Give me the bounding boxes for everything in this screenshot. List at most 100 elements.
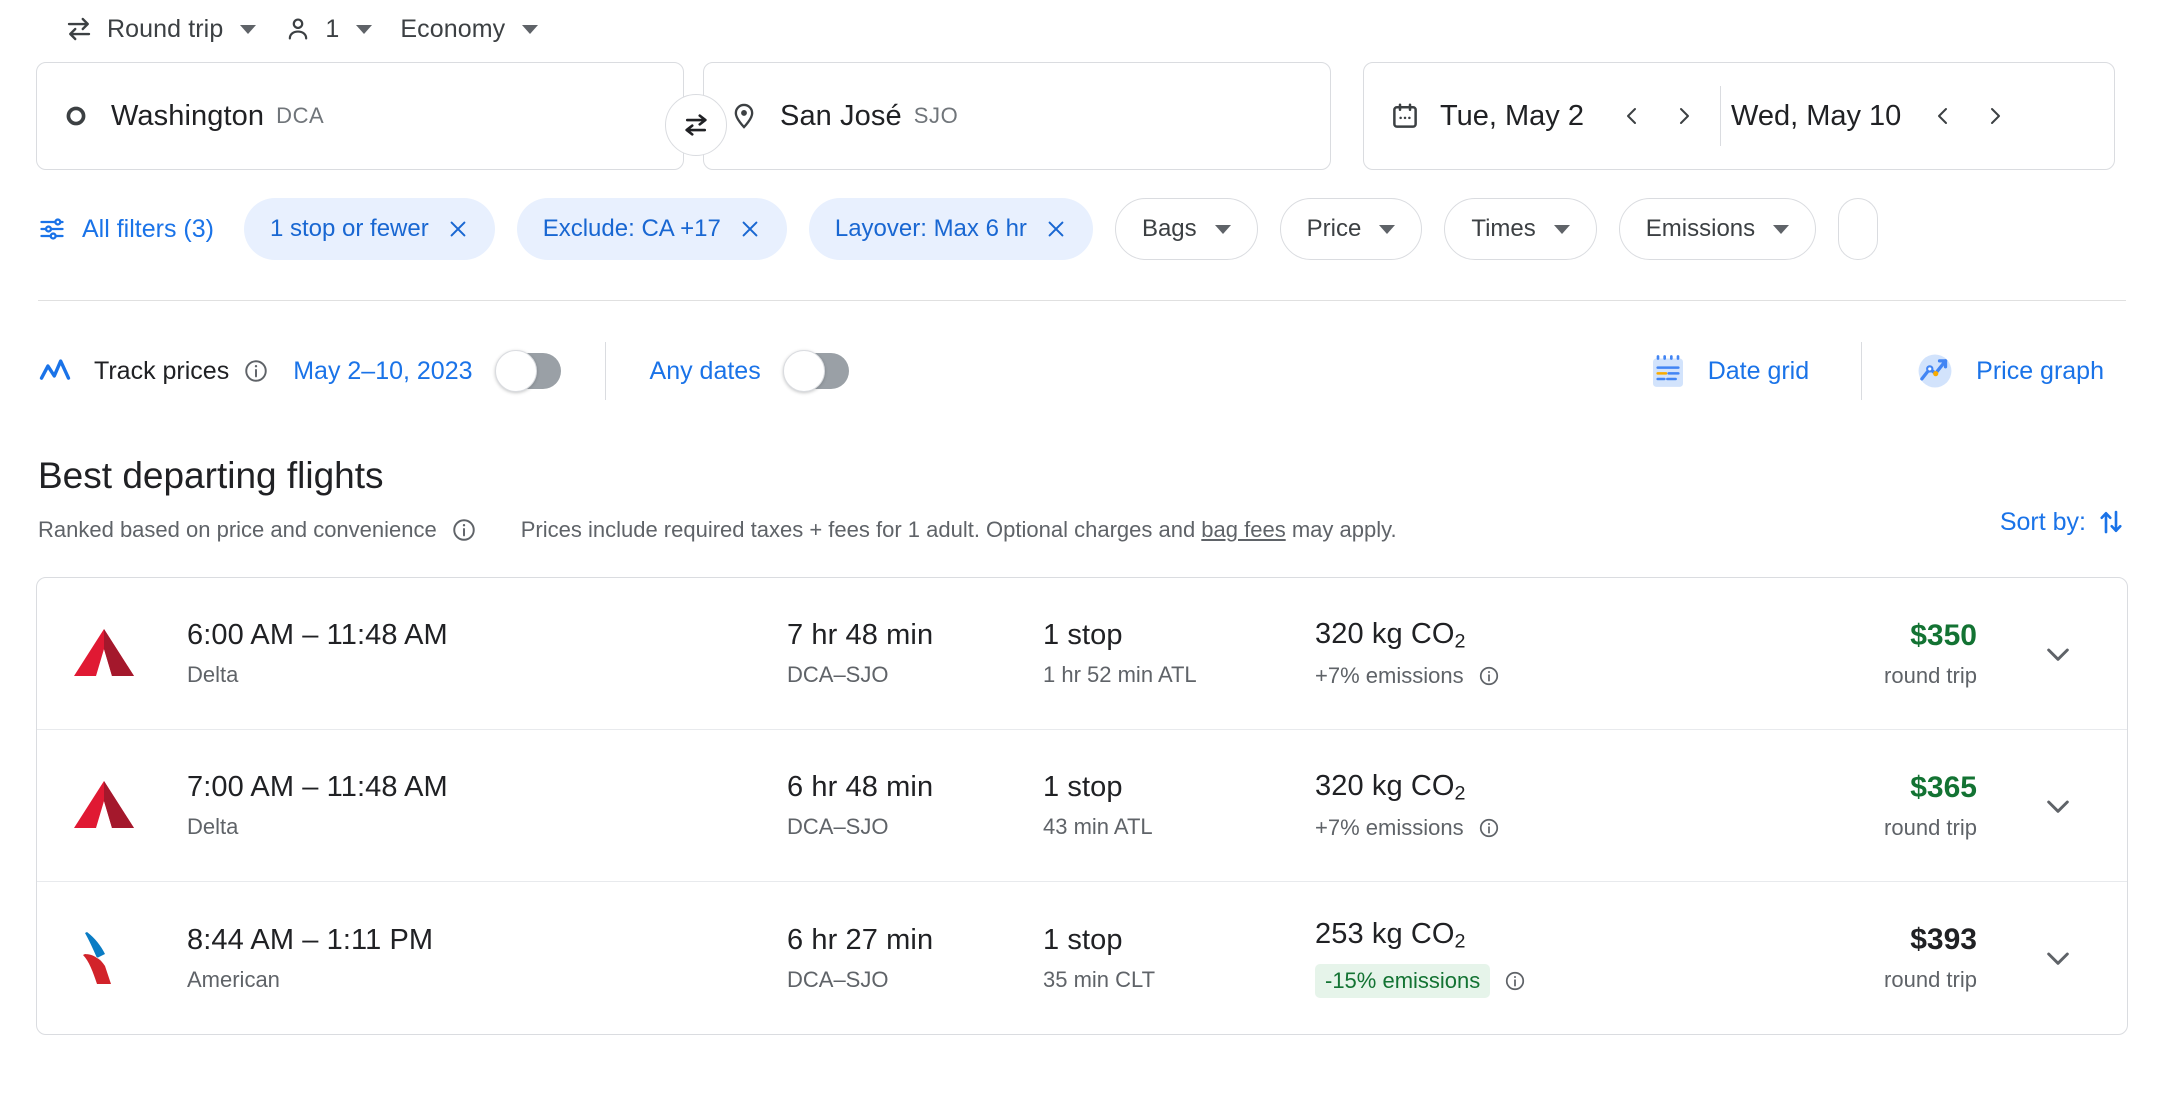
chevron-down-icon <box>356 24 373 34</box>
track-date-range-toggle[interactable] <box>494 350 561 392</box>
info-icon[interactable] <box>451 517 477 543</box>
location-pin-icon <box>730 102 758 130</box>
results-subtitle: Ranked based on price and convenience Pr… <box>38 517 2128 543</box>
flight-price-note: round trip <box>1884 814 1977 840</box>
ranked-note: Ranked based on price and convenience <box>38 517 437 542</box>
flight-row[interactable]: 8:44 AM – 1:11 PM American 6 hr 27 min D… <box>37 882 2127 1034</box>
filter-chip-label: Times <box>1471 215 1536 242</box>
flight-times: 7:00 AM – 11:48 AM <box>187 771 448 803</box>
flight-layover: 1 hr 52 min ATL <box>1043 662 1197 687</box>
filter-chip-times[interactable]: Times <box>1444 198 1597 260</box>
flight-times-cell: 7:00 AM – 11:48 AM Delta <box>187 771 787 840</box>
price-graph-button[interactable]: Price graph <box>1890 350 2128 392</box>
filter-chip-price[interactable]: Price <box>1279 198 1423 260</box>
close-icon[interactable] <box>447 218 469 240</box>
expand-flight-button[interactable] <box>2023 790 2093 822</box>
flight-stops: 1 stop <box>1043 771 1123 803</box>
flight-row[interactable]: 6:00 AM – 11:48 AM Delta 7 hr 48 min DCA… <box>37 578 2127 730</box>
filter-chip-label: Bags <box>1141 215 1197 242</box>
price-graph-icon <box>1914 350 1956 392</box>
track-prices-bar: Track prices May 2–10, 2023 Any dates Da… <box>36 335 2128 407</box>
trending-up-icon <box>38 354 72 388</box>
calendar-grid-icon <box>1648 351 1688 391</box>
flight-times-cell: 8:44 AM – 1:11 PM American <box>187 924 787 993</box>
chevron-down-icon <box>1379 224 1396 234</box>
bag-fees-link[interactable]: bag fees <box>1201 517 1285 542</box>
date-grid-label: Date grid <box>1707 356 1810 385</box>
price-graph-label: Price graph <box>1976 356 2104 385</box>
flight-duration-cell: 6 hr 48 min DCA–SJO <box>787 771 1043 840</box>
emissions-delta: +7% emissions <box>1315 663 1464 689</box>
delta-logo <box>71 778 187 834</box>
flight-results-list: 6:00 AM – 11:48 AM Delta 7 hr 48 min DCA… <box>36 577 2128 1035</box>
filter-chip-layover[interactable]: Layover: Max 6 hr <box>808 198 1093 260</box>
filter-chip-airlines[interactable]: Exclude: CA +17 <box>516 198 787 260</box>
close-icon[interactable] <box>1045 218 1067 240</box>
return-date-next-button[interactable] <box>1969 90 2021 142</box>
info-icon[interactable] <box>1504 970 1526 992</box>
origin-input[interactable]: Washington DCA <box>36 62 684 170</box>
depart-date-next-button[interactable] <box>1658 90 1710 142</box>
price-note-suffix: may apply. <box>1285 517 1397 542</box>
depart-date[interactable]: Tue, May 2 <box>1440 100 1584 133</box>
flight-price-note: round trip <box>1884 967 1977 992</box>
flight-stops-cell: 1 stop 35 min CLT <box>1043 924 1315 993</box>
date-grid-button[interactable]: Date grid <box>1624 351 1833 391</box>
any-dates-toggle[interactable] <box>782 350 849 392</box>
filter-chip-overflow[interactable] <box>1838 198 1879 260</box>
filter-chip-emissions[interactable]: Emissions <box>1618 198 1817 260</box>
passengers-selector[interactable]: 1 <box>270 9 386 50</box>
flight-route: DCA–SJO <box>787 966 889 992</box>
flight-emissions: 253 kg CO2 <box>1315 918 1466 953</box>
track-prices-label: Track prices <box>94 356 230 385</box>
flight-price: $365 <box>1910 770 1977 804</box>
track-date-range-label[interactable]: May 2–10, 2023 <box>293 357 472 386</box>
section-divider <box>38 300 2126 301</box>
chevron-down-icon <box>1214 224 1231 234</box>
swap-locations-button[interactable] <box>665 94 727 156</box>
flight-price-cell: $393 round trip <box>1735 923 2023 993</box>
depart-date-prev-button[interactable] <box>1606 90 1658 142</box>
flight-emissions-cell: 320 kg CO2 +7% emissions <box>1315 770 1735 841</box>
flight-airline: Delta <box>187 814 239 839</box>
cabin-class-selector[interactable]: Economy <box>386 9 552 50</box>
american-logo <box>71 928 187 988</box>
return-date[interactable]: Wed, May 10 <box>1731 100 1901 133</box>
flight-duration: 7 hr 48 min <box>787 619 934 651</box>
chevron-down-icon <box>2042 790 2074 822</box>
flight-stops-cell: 1 stop 43 min ATL <box>1043 771 1315 840</box>
flight-emissions-sub: +7% emissions <box>1315 815 1735 841</box>
flight-airline: American <box>187 966 280 992</box>
chevron-down-icon <box>2042 942 2074 974</box>
flight-route: DCA–SJO <box>787 814 889 839</box>
delta-logo <box>71 626 187 682</box>
flight-times: 8:44 AM – 1:11 PM <box>187 923 434 956</box>
filter-chip-label: Price <box>1306 215 1362 242</box>
flight-times-cell: 6:00 AM – 11:48 AM Delta <box>187 619 787 688</box>
tune-icon <box>38 215 66 243</box>
emissions-delta: +7% emissions <box>1315 815 1464 841</box>
flight-price-cell: $365 round trip <box>1735 771 2023 841</box>
info-icon[interactable] <box>243 358 269 384</box>
info-icon[interactable] <box>1478 817 1500 839</box>
destination-input[interactable]: San José SJO <box>703 62 1331 170</box>
expand-flight-button[interactable] <box>2023 942 2093 974</box>
filter-chip-bags[interactable]: Bags <box>1114 198 1258 260</box>
return-date-prev-button[interactable] <box>1917 90 1969 142</box>
sort-by-button[interactable]: Sort by: <box>2000 507 2126 537</box>
any-dates-label[interactable]: Any dates <box>650 357 761 386</box>
flight-row[interactable]: 7:00 AM – 11:48 AM Delta 6 hr 48 min DCA… <box>37 730 2127 882</box>
results-header: Best departing flights Ranked based on p… <box>36 455 2128 543</box>
filter-chip-stops[interactable]: 1 stop or fewer <box>243 198 495 260</box>
view-switch-group: Date grid Price graph <box>1624 342 2128 400</box>
all-filters-button[interactable]: All filters (3) <box>38 215 244 244</box>
expand-flight-button[interactable] <box>2023 638 2093 670</box>
trip-type-selector[interactable]: Round trip <box>50 8 270 50</box>
swap-arrows-icon <box>681 110 711 140</box>
emissions-badge: -15% emissions <box>1315 963 1491 998</box>
date-range-field: Tue, May 2 Wed, May 10 <box>1363 62 2115 170</box>
close-icon[interactable] <box>739 218 761 240</box>
sort-arrows-icon <box>2096 507 2126 537</box>
info-icon[interactable] <box>1478 665 1500 687</box>
date-divider <box>1719 86 1721 146</box>
